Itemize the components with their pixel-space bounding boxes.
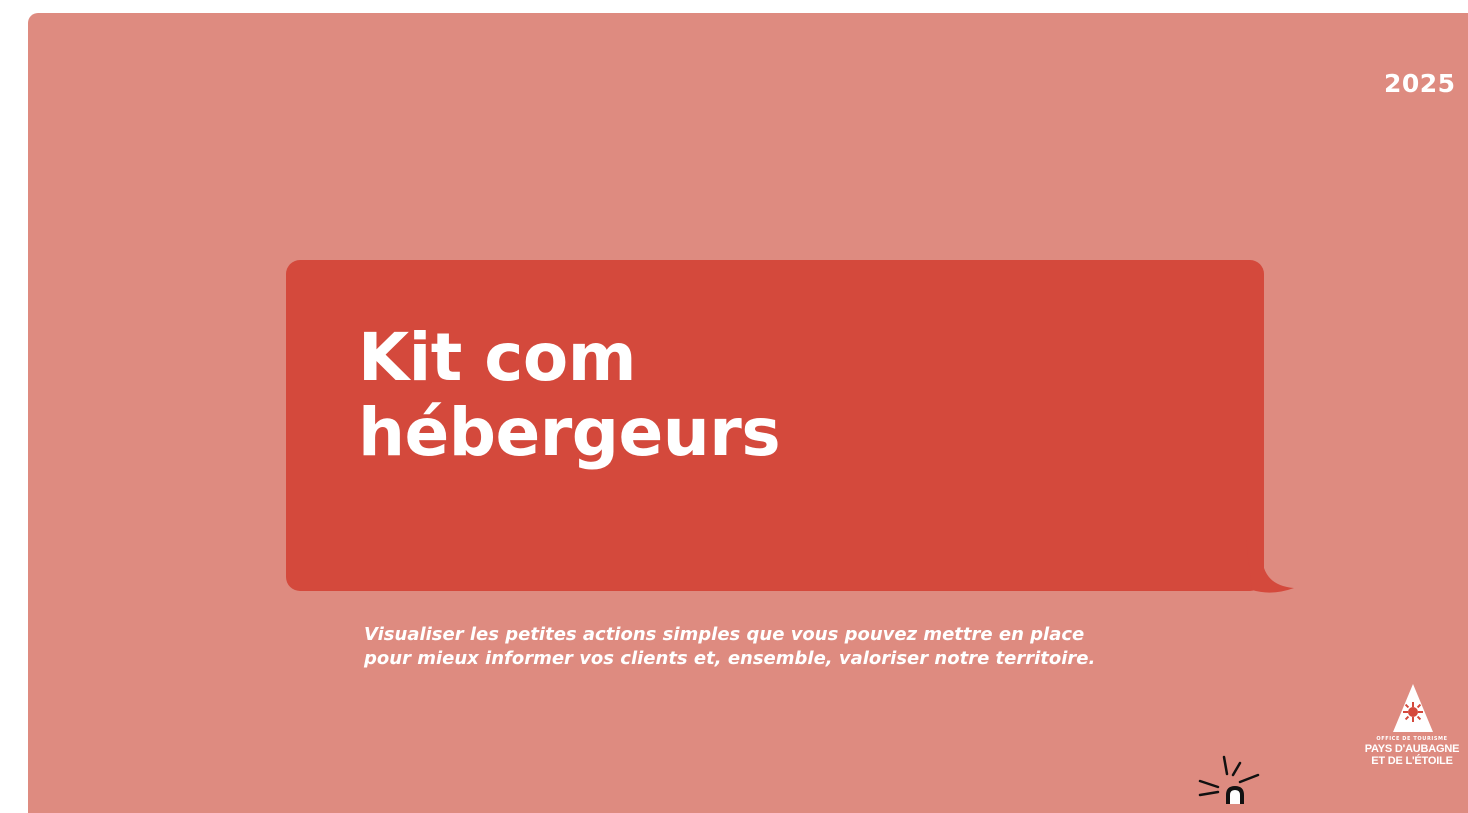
logo-name-line-2: ET DE L'ÉTOILE [1371, 755, 1453, 767]
speech-bubble: Kit com hébergeurs [286, 260, 1296, 595]
title-line-1: Kit com [358, 319, 637, 396]
logo-tagline: OFFICE DE TOURISME [1376, 736, 1448, 742]
speech-bubble-body: Kit com hébergeurs [286, 260, 1264, 591]
subtitle-line-1: Visualiser les petites actions simples q… [364, 624, 1085, 645]
subtitle: Visualiser les petites actions simples q… [364, 623, 1184, 671]
click-cursor-icon [1198, 755, 1260, 804]
title-line-2: hébergeurs [358, 394, 781, 472]
mountain-sun-icon [1393, 684, 1433, 732]
tourism-office-logo: OFFICE DE TOURISME PAYS D'AUBAGNE ET DE … [1356, 682, 1468, 782]
page-title: Kit com hébergeurs [358, 319, 781, 472]
year-label: 2025 [1384, 69, 1456, 98]
slide-canvas: 2025 Kit com hébergeurs Visualiser les p… [28, 13, 1468, 813]
logo-name-line-1: PAYS D'AUBAGNE [1364, 743, 1460, 755]
speech-bubble-tail [1246, 540, 1294, 593]
subtitle-line-2: pour mieux informer vos clients et, ense… [364, 647, 1096, 669]
